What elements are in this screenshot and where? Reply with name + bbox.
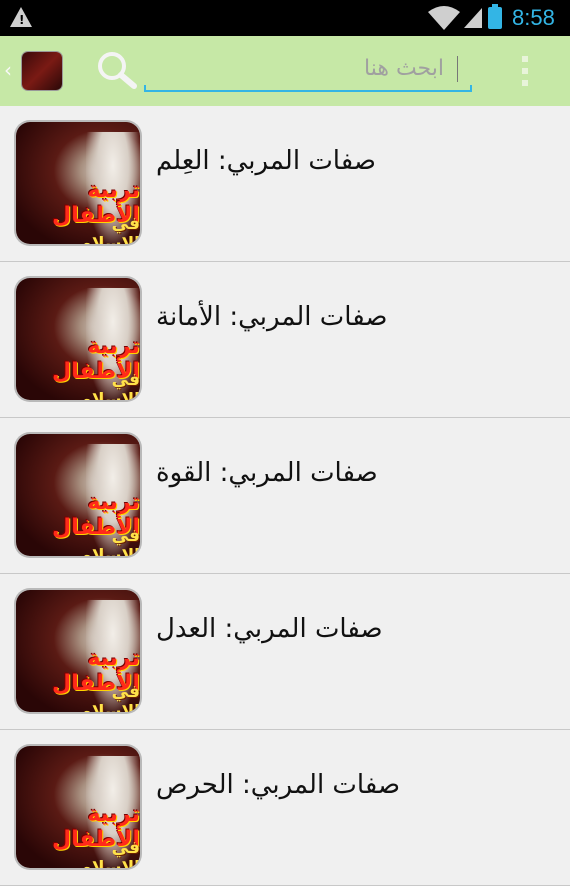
- wifi-icon: [428, 6, 460, 30]
- app-icon[interactable]: [22, 52, 62, 90]
- thumbnail-subtitle: في الإسلام: [79, 214, 140, 244]
- list-item-title: صفات المربي: القوة: [156, 458, 378, 488]
- thumbnail-subtitle: في الإسلام: [79, 526, 140, 556]
- list-item-thumbnail: تربية الأطفال في الإسلام: [16, 590, 140, 712]
- battery-icon: [488, 4, 502, 29]
- text-caret: [457, 56, 458, 82]
- overflow-menu-icon[interactable]: [522, 56, 528, 88]
- list-item[interactable]: تربية الأطفال في الإسلام صفات المربي: ال…: [0, 262, 570, 418]
- signal-icon: [464, 8, 482, 28]
- search-input[interactable]: [144, 48, 458, 88]
- thumbnail-subtitle: في الإسلام: [79, 682, 140, 712]
- status-bar: ! 8:58: [0, 0, 570, 36]
- list-item-thumbnail: تربية الأطفال في الإسلام: [16, 746, 140, 868]
- list-item-thumbnail: تربية الأطفال في الإسلام: [16, 122, 140, 244]
- list-item-title: صفات المربي: الحرص: [156, 770, 401, 800]
- warning-icon: !: [10, 7, 32, 27]
- clock: 8:58: [512, 5, 555, 30]
- list-item[interactable]: تربية الأطفال في الإسلام صفات المربي: ال…: [0, 730, 570, 886]
- back-chevron-icon[interactable]: ‹: [4, 60, 12, 80]
- search-icon[interactable]: [96, 50, 140, 90]
- list-item-thumbnail: تربية الأطفال في الإسلام: [16, 278, 140, 400]
- list-item-title: صفات المربي: العدل: [156, 614, 383, 644]
- list-item-thumbnail: تربية الأطفال في الإسلام: [16, 434, 140, 556]
- topic-list: تربية الأطفال في الإسلام صفات المربي: ال…: [0, 106, 570, 886]
- action-bar: ‹: [0, 36, 570, 106]
- list-item[interactable]: تربية الأطفال في الإسلام صفات المربي: ال…: [0, 106, 570, 262]
- list-item[interactable]: تربية الأطفال في الإسلام صفات المربي: ال…: [0, 574, 570, 730]
- warning-glyph: !: [19, 13, 25, 27]
- list-item-title: صفات المربي: العِلم: [156, 146, 376, 176]
- thumbnail-subtitle: في الإسلام: [79, 370, 140, 400]
- list-item[interactable]: تربية الأطفال في الإسلام صفات المربي: ال…: [0, 418, 570, 574]
- search-field[interactable]: [144, 48, 472, 94]
- search-underline: [144, 85, 472, 92]
- thumbnail-subtitle: في الإسلام: [79, 838, 140, 868]
- list-item-title: صفات المربي: الأمانة: [156, 302, 388, 332]
